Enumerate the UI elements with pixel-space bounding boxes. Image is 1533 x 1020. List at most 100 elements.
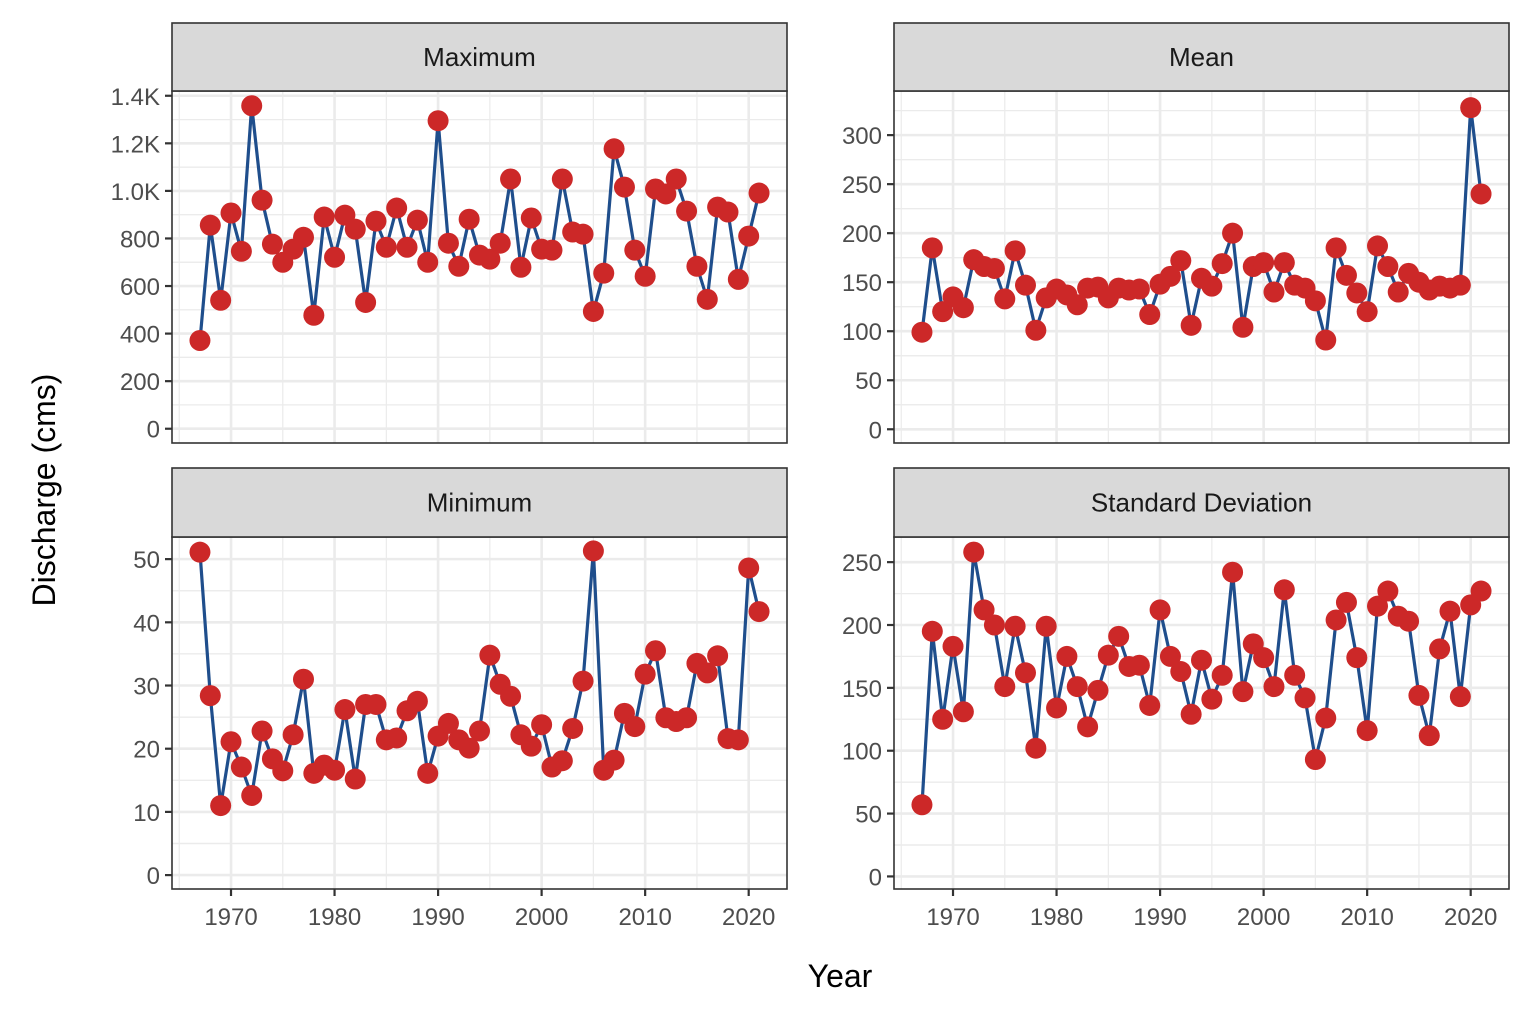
data-point xyxy=(1253,647,1275,669)
data-point xyxy=(469,720,490,742)
data-point xyxy=(1460,97,1482,119)
data-point xyxy=(1253,252,1275,274)
data-point xyxy=(303,304,325,326)
data-point xyxy=(1408,684,1430,706)
data-point xyxy=(489,232,511,254)
y-tick-label: 200 xyxy=(842,221,882,248)
data-point xyxy=(1449,686,1471,708)
data-point xyxy=(593,262,615,284)
data-point xyxy=(1232,681,1254,703)
y-tick-label: 250 xyxy=(842,550,882,577)
data-point xyxy=(1315,329,1337,351)
data-point xyxy=(1315,707,1337,729)
data-point xyxy=(748,182,770,204)
data-point xyxy=(727,729,749,751)
data-point xyxy=(1201,275,1223,297)
data-point xyxy=(541,239,563,261)
data-point xyxy=(1439,600,1461,622)
data-point xyxy=(1014,274,1036,296)
data-point xyxy=(686,255,708,277)
y-tick-label: 50 xyxy=(855,802,882,829)
data-point xyxy=(448,255,470,277)
data-point xyxy=(582,300,604,322)
data-point xyxy=(272,760,294,782)
x-tick-label: 2020 xyxy=(722,904,775,931)
data-point xyxy=(230,240,252,262)
data-point xyxy=(210,795,232,817)
facet-strip-label: Mean xyxy=(1169,42,1234,72)
facet-strip-label: Maximum xyxy=(423,42,536,72)
data-point xyxy=(1108,625,1130,647)
data-point xyxy=(1232,316,1254,338)
y-tick-label: 20 xyxy=(133,737,160,764)
data-point xyxy=(1470,183,1492,205)
data-point xyxy=(251,189,273,211)
data-point xyxy=(1035,615,1057,637)
data-point xyxy=(417,762,439,784)
data-point xyxy=(963,541,985,563)
y-tick-label: 40 xyxy=(133,610,160,637)
data-point xyxy=(1222,222,1244,244)
y-tick-label: 250 xyxy=(842,172,882,199)
facet-strip-label: Standard Deviation xyxy=(1091,488,1312,518)
data-point xyxy=(1066,676,1088,698)
data-point xyxy=(437,232,459,254)
data-point xyxy=(551,168,573,190)
data-point xyxy=(1304,290,1326,312)
data-point xyxy=(738,557,760,579)
data-point xyxy=(1263,676,1285,698)
data-point xyxy=(396,236,418,258)
data-point xyxy=(645,640,667,662)
data-point xyxy=(386,197,408,219)
y-tick-label: 1.0K xyxy=(111,179,160,206)
data-point xyxy=(406,690,428,712)
y-tick-label: 600 xyxy=(120,274,160,301)
data-point xyxy=(500,685,522,707)
data-point xyxy=(1335,591,1357,613)
data-point xyxy=(1139,694,1161,716)
y-axis-title: Discharge (cms) xyxy=(26,374,62,607)
data-point xyxy=(1335,264,1357,286)
data-point xyxy=(1263,281,1285,303)
data-point xyxy=(344,768,366,790)
data-point xyxy=(717,201,739,223)
data-point xyxy=(603,749,625,771)
y-tick-label: 0 xyxy=(147,863,160,890)
data-point xyxy=(603,138,625,160)
data-point xyxy=(210,289,232,311)
data-point xyxy=(427,110,449,132)
data-point xyxy=(241,95,263,117)
data-point xyxy=(727,268,749,290)
data-point xyxy=(1180,703,1202,725)
data-point xyxy=(994,676,1016,698)
data-point xyxy=(375,236,397,258)
data-point xyxy=(748,601,770,623)
data-point xyxy=(1304,749,1326,771)
x-tick-label: 1970 xyxy=(204,904,257,931)
data-point xyxy=(983,257,1005,279)
data-point xyxy=(994,288,1016,310)
data-point xyxy=(1149,599,1171,621)
data-point xyxy=(344,218,366,240)
data-point xyxy=(1025,737,1047,759)
panels: 02004006008001.0K1.2K1.4KMaximum05010015… xyxy=(111,22,1510,931)
facet-strip-label: Minimum xyxy=(427,488,532,518)
data-point xyxy=(1470,580,1492,602)
data-point xyxy=(1025,319,1047,341)
y-tick-label: 200 xyxy=(842,613,882,640)
data-point xyxy=(572,223,594,245)
data-point xyxy=(220,731,242,753)
data-point xyxy=(911,794,933,816)
data-point xyxy=(1056,645,1078,667)
data-point xyxy=(1377,256,1399,278)
data-point xyxy=(1273,579,1295,601)
data-point xyxy=(624,239,646,261)
data-point xyxy=(921,237,943,259)
data-point xyxy=(624,716,646,738)
data-point xyxy=(292,226,314,248)
data-point xyxy=(199,214,221,236)
y-tick-label: 1.4K xyxy=(111,84,160,111)
data-point xyxy=(676,707,698,729)
x-tick-label: 1990 xyxy=(1133,904,1186,931)
data-point xyxy=(942,635,964,657)
